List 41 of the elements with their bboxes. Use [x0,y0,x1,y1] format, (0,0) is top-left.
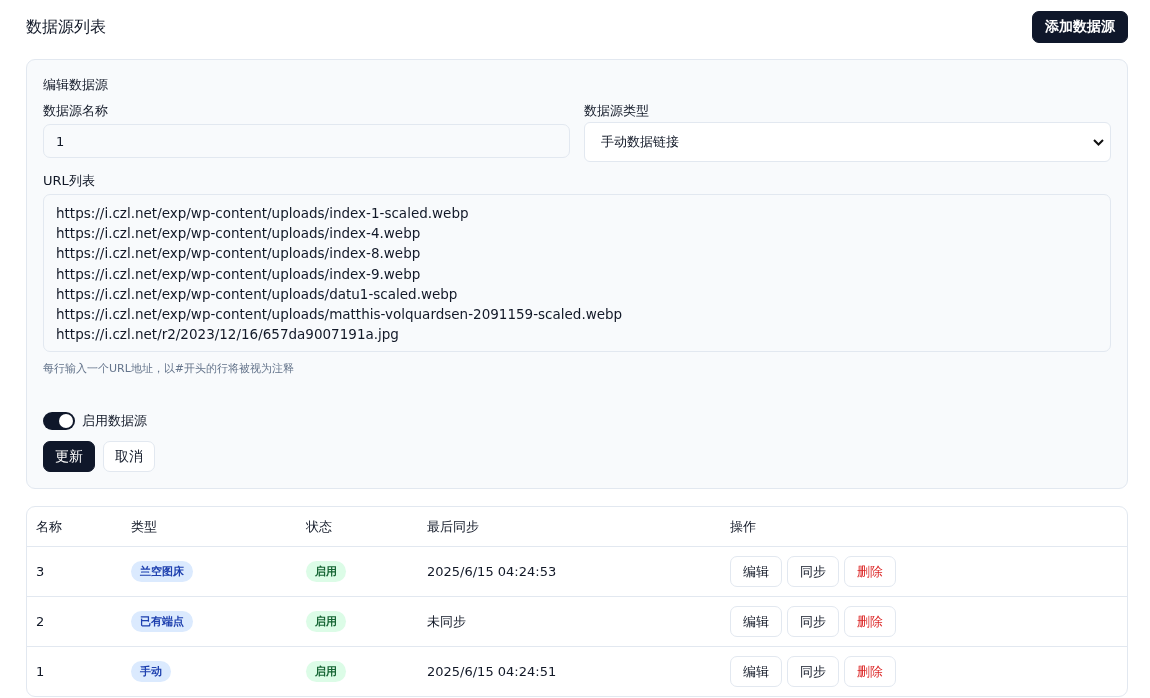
field-label: URL列表 [43,172,96,190]
update-button[interactable]: 更新 [43,441,95,472]
column-header: 操作 [730,517,756,536]
field-label: 数据源类型 [584,102,650,120]
action-button[interactable]: 编辑 [730,556,782,587]
page-title: 数据源列表 [26,16,106,38]
action-button[interactable]: 删除 [844,556,896,587]
status-badge: 启用 [306,611,346,632]
type-badge: 兰空图床 [131,561,193,582]
name-input-field[interactable]: 1 [43,124,570,158]
table-cell: 2025/6/15 04:24:53 [427,564,557,579]
column-header: 最后同步 [427,517,479,536]
table-cell: 2025/6/15 04:24:51 [427,664,557,679]
toggle-label: 启用数据源 [82,412,147,430]
status-badge: 启用 [306,661,346,682]
status-badge: 启用 [306,561,346,582]
column-header: 名称 [36,517,62,536]
table-cell: 3 [36,564,45,579]
cancel-button[interactable]: 取消 [103,441,155,472]
action-button[interactable]: 删除 [844,656,896,687]
url-list-field[interactable]: https://i.czl.net/exp/wp-content/uploads/index-1-scaled.webp https://i.czl.net/exp/wp-content/uploads/index-4.webp https://i.czl.net/exp/wp-content/uploads/index-8.webp https://i.czl.net/exp/wp-content/uploads/index-9.webp https://i.czl.net/exp/wp-content/uploads/datu1-scaled.webp https://i.czl.net/exp/wp-content/uploads/matthis-volquardsen-2091159-scaled.webp https://i.czl.net/r2/2023/12/16/657da9007191a.jpg [43,194,1111,352]
table-cell: 2 [36,614,45,629]
table-cell: 1 [36,664,45,679]
type-select-field[interactable]: 手动数据链接 [584,122,1111,162]
column-header: 状态 [306,517,332,536]
type-badge: 已有端点 [131,611,193,632]
action-button[interactable]: 编辑 [730,606,782,637]
chevron-down-icon [1093,138,1104,146]
type-badge: 手动 [131,661,171,682]
table-cell: 未同步 [427,612,466,631]
toggle-switch[interactable] [43,412,75,430]
field-label: 数据源名称 [43,102,109,120]
action-button[interactable]: 删除 [844,606,896,637]
action-button[interactable]: 同步 [787,656,839,687]
action-button[interactable]: 同步 [787,606,839,637]
action-button[interactable]: 同步 [787,556,839,587]
add-data-source-button[interactable]: 添加数据源 [1032,11,1128,43]
column-header: 类型 [131,517,157,536]
field-hint: 每行输入一个URL地址，以#开头的行将被视为注释 [43,361,296,376]
action-button[interactable]: 编辑 [730,656,782,687]
form-title: 编辑数据源 [43,76,109,94]
